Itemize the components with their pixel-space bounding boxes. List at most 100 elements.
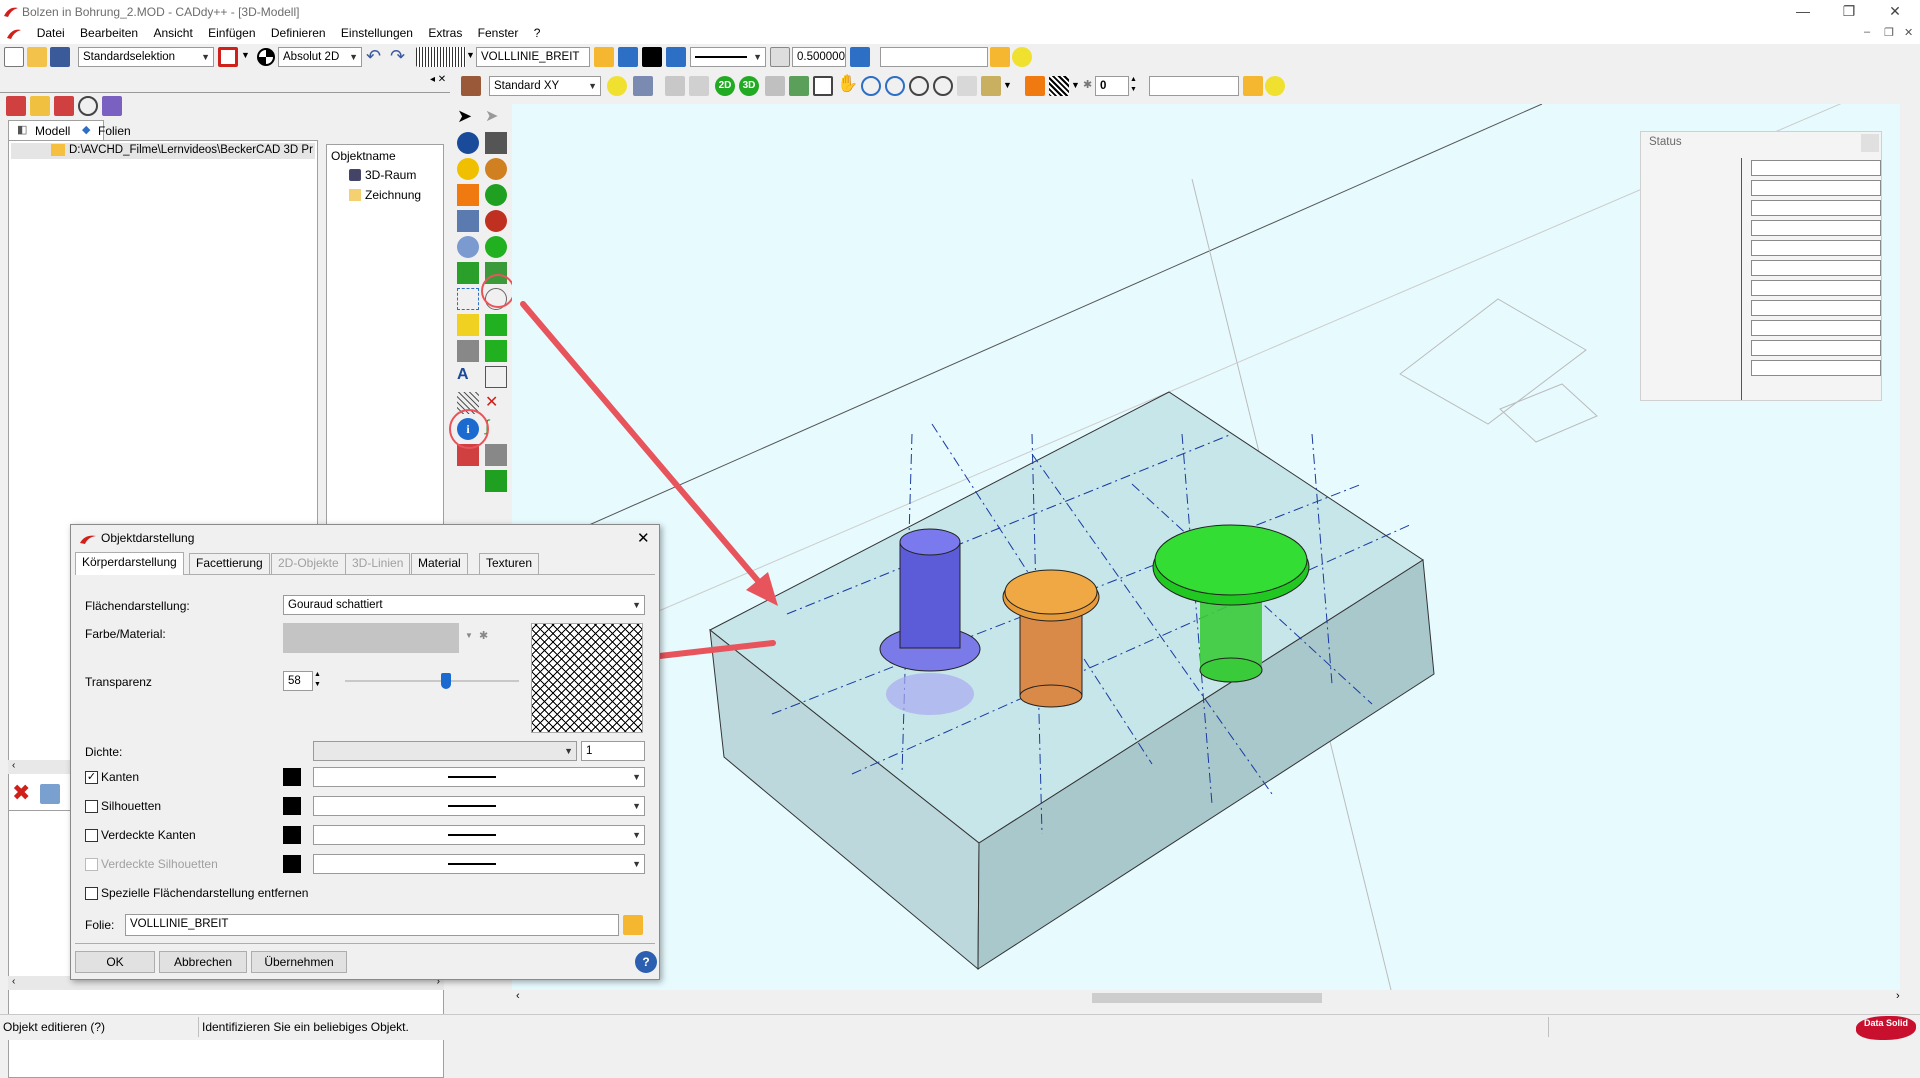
transparency-slider-track[interactable] — [345, 680, 519, 682]
hidden-edges-linetype-select[interactable]: ▼ — [313, 825, 645, 845]
ok-button[interactable]: OK — [75, 951, 155, 973]
density-field[interactable]: 1 — [581, 741, 645, 761]
close-button[interactable]: ✕ — [1872, 0, 1918, 24]
cut-tool-icon[interactable]: ✕ — [485, 392, 507, 414]
line-width-field[interactable]: 0.500000 — [792, 47, 846, 67]
object-item-drawing[interactable]: Zeichnung — [365, 188, 421, 202]
minimize-button[interactable]: — — [1780, 0, 1826, 24]
density-select[interactable]: ▼ — [313, 741, 577, 761]
transform-tool-icon[interactable] — [457, 340, 479, 362]
viewport-hscrollbar[interactable]: ‹ › — [512, 990, 1910, 1006]
delete-tool-icon[interactable] — [54, 96, 74, 116]
edges-checkbox[interactable]: ✓ — [85, 771, 98, 784]
folder-tool-icon[interactable] — [30, 96, 50, 116]
chamfer-tool-icon[interactable] — [485, 340, 507, 362]
hidden-silhouettes-linetype-select[interactable]: ▼ — [313, 854, 645, 874]
model-tool-icon[interactable] — [6, 96, 26, 116]
tab-3d-lines[interactable]: 3D-Linien — [345, 553, 411, 574]
grid-icon[interactable] — [416, 47, 466, 67]
view-3d-button[interactable]: 3D — [739, 76, 759, 96]
red-sphere-icon[interactable] — [485, 210, 507, 232]
transparency-spinner[interactable]: ▲ ▼ — [314, 670, 321, 690]
flag-tool-icon[interactable] — [485, 314, 507, 336]
layers-icon[interactable] — [850, 47, 870, 67]
tab-2d-objects[interactable]: 2D-Objekte — [271, 553, 346, 574]
line-width-icon[interactable] — [770, 47, 790, 67]
material-color-swatch[interactable] — [283, 623, 459, 653]
menu-extras[interactable]: Extras — [422, 24, 468, 42]
open-folder-icon[interactable] — [27, 47, 47, 67]
chevron-down-icon[interactable]: ▼ — [241, 50, 250, 60]
lightbulb-icon[interactable] — [1012, 47, 1032, 67]
cancel-button[interactable]: Abbrechen — [159, 951, 247, 973]
menu-help[interactable]: ? — [528, 24, 547, 42]
layer-picker-icon[interactable] — [623, 915, 643, 935]
tab-textures[interactable]: Texturen — [479, 553, 540, 574]
hidden-edges-color-swatch[interactable] — [283, 826, 301, 844]
apply-button[interactable]: Übernehmen — [251, 951, 347, 973]
extrude-tool-icon[interactable] — [485, 470, 507, 492]
help-icon[interactable]: ? — [635, 951, 657, 973]
counter-field[interactable]: 0 — [1095, 76, 1129, 96]
fill-color-swatch[interactable] — [1025, 76, 1045, 96]
layer-field[interactable]: VOLLLINIE_BREIT — [125, 914, 619, 936]
dimension-tool-icon[interactable] — [457, 314, 479, 336]
chevron-down-icon[interactable]: ▼ — [466, 50, 475, 60]
menu-fenster[interactable]: Fenster — [472, 24, 525, 42]
search-icon[interactable] — [78, 96, 98, 116]
render-icon[interactable] — [633, 76, 653, 96]
menu-datei[interactable]: Datei — [31, 24, 71, 42]
hidden-silhouettes-color-swatch[interactable] — [283, 855, 301, 873]
save-icon[interactable] — [50, 47, 70, 67]
menu-einstellungen[interactable]: Einstellungen — [335, 24, 419, 42]
rotate-tool-icon[interactable] — [457, 236, 479, 258]
menu-bearbeiten[interactable]: Bearbeiten — [74, 24, 144, 42]
sketch-icon[interactable] — [665, 76, 685, 96]
selection-box-icon[interactable] — [218, 47, 238, 67]
tab-layers[interactable]: ◆ Folien — [76, 120, 136, 140]
coordinate-mode-select[interactable]: Absolut 2D ▼ — [278, 47, 362, 67]
dialog-close-button[interactable]: ✕ — [637, 529, 650, 547]
menu-einfuegen[interactable]: Einfügen — [202, 24, 261, 42]
remove-special-checkbox[interactable] — [85, 887, 98, 900]
spin-icon[interactable]: ▲ ▼ — [1130, 75, 1137, 95]
folder-icon[interactable] — [1243, 76, 1263, 96]
shape-tool-icon[interactable] — [485, 366, 507, 388]
scroll-thumb[interactable] — [1092, 993, 1322, 1003]
viewport-vscrollbar[interactable] — [1900, 104, 1910, 991]
select-arrow-icon[interactable]: ➤ — [457, 106, 479, 128]
lightbulb-icon[interactable] — [1265, 76, 1285, 96]
coordinate-origin-icon[interactable] — [256, 47, 276, 67]
panel-pin-icon[interactable]: ◂ ✕ — [430, 74, 446, 85]
line-type-select[interactable]: ▼ — [690, 47, 766, 67]
status-close-button[interactable] — [1861, 134, 1879, 152]
box-icon[interactable] — [981, 76, 1001, 96]
object-item-3d-space[interactable]: 3D-Raum — [365, 168, 416, 182]
tree-row[interactable]: D:\AVCHD_Filme\Lernvideos\BeckerCAD 3D P… — [11, 143, 315, 159]
section-icon[interactable] — [957, 76, 977, 96]
new-file-icon[interactable] — [4, 47, 24, 67]
silhouettes-checkbox[interactable] — [85, 800, 98, 813]
transparency-field[interactable]: 58 — [283, 671, 313, 691]
hidden-silhouettes-checkbox[interactable] — [85, 858, 98, 871]
select-arrow-disabled-icon[interactable]: ➤ — [485, 106, 507, 128]
pencil-tool-icon[interactable] — [457, 184, 479, 206]
tab-facetting[interactable]: Facettierung — [189, 553, 270, 574]
edit-icon[interactable] — [689, 76, 709, 96]
silhouettes-color-swatch[interactable] — [283, 797, 301, 815]
color-swatch[interactable] — [642, 47, 662, 67]
view-select[interactable]: Standard XY ▼ — [489, 76, 601, 96]
edges-color-swatch[interactable] — [283, 768, 301, 786]
view-info-field[interactable] — [1149, 76, 1239, 96]
view-2d-button[interactable]: 2D — [715, 76, 735, 96]
hidden-edges-checkbox[interactable] — [85, 829, 98, 842]
silhouettes-linetype-select[interactable]: ▼ — [313, 796, 645, 816]
layer-field[interactable]: VOLLLINIE_BREIT — [476, 47, 590, 67]
tab-material[interactable]: Material — [411, 553, 468, 574]
transparency-slider-thumb[interactable] — [440, 673, 451, 689]
text-tool-icon[interactable]: A — [457, 366, 479, 388]
layer-manager-icon[interactable] — [594, 47, 614, 67]
mdi-restore-button[interactable]: ❐ — [1884, 26, 1894, 39]
view-cube-icon[interactable] — [461, 76, 481, 96]
clipboard-icon[interactable] — [40, 784, 60, 804]
